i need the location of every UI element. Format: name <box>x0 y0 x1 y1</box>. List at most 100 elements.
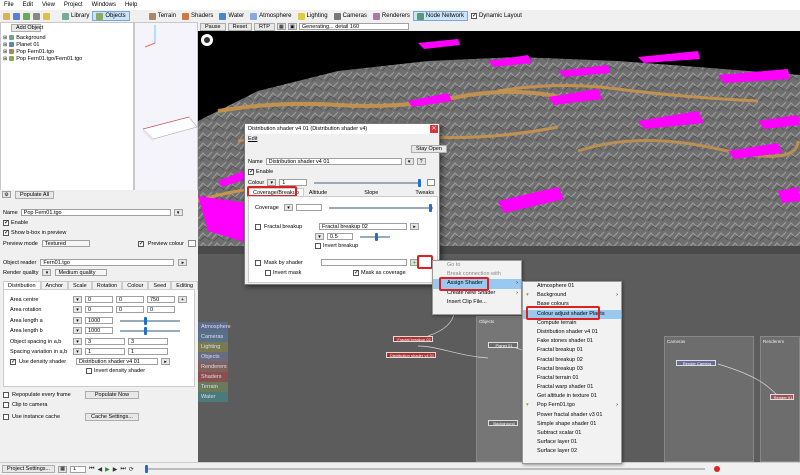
menu-view[interactable]: View <box>42 2 55 8</box>
coverage-slider[interactable] <box>329 203 433 212</box>
area-length-b-icon[interactable]: ▾ <box>73 327 82 334</box>
prev-frame-icon[interactable]: ◀ <box>98 466 103 473</box>
preview-colour-checkbox[interactable]: ✓ <box>137 240 144 247</box>
area-centre-y[interactable]: 0 <box>116 296 144 303</box>
node-fractal-breakup[interactable]: Fractal breakup 02 <box>393 336 433 342</box>
area-length-b-field[interactable]: 1000 <box>85 327 113 334</box>
area-centre-z[interactable]: 750 <box>147 296 175 303</box>
expand-icon[interactable]: ⊞ <box>3 35 7 41</box>
area-rotation-y[interactable]: 0 <box>116 306 144 313</box>
reset-button[interactable]: Reset <box>227 22 252 31</box>
populate-all-button[interactable]: Populate All <box>15 190 55 199</box>
area-centre-pick-icon[interactable]: + <box>178 296 187 303</box>
menu-edit[interactable]: Edit <box>23 2 33 8</box>
use-density-checkbox[interactable]: ✓ <box>10 358 16 365</box>
next-frame-icon[interactable]: ▶ <box>113 466 118 473</box>
tab-node-network[interactable]: Node Network <box>412 11 468 21</box>
add-object-button[interactable]: Add Object <box>11 24 43 32</box>
show-bbox-row[interactable]: ✓ Show b-box in preview <box>3 230 66 236</box>
tab-lighting[interactable]: Lighting <box>295 11 331 21</box>
render-quality-icon[interactable]: ▾ <box>42 269 52 276</box>
area-rotation-z[interactable]: 0 <box>147 306 175 313</box>
density-shader-icon[interactable]: ▸ <box>161 358 170 365</box>
rtp-button[interactable]: RTP <box>253 22 275 31</box>
area-centre-x[interactable]: 0 <box>85 296 113 303</box>
dialog-edit-menu[interactable]: Edit <box>248 136 257 142</box>
mask-as-coverage-row[interactable]: ✓ Mask as coverage <box>353 270 406 276</box>
dialog-enable-checkbox[interactable]: ✓ <box>248 169 254 175</box>
tab-atmosphere[interactable]: Atmosphere <box>247 11 294 21</box>
submenu-item[interactable]: Fake stones shader 01 <box>523 337 621 346</box>
menu-file[interactable]: File <box>4 2 14 8</box>
cache-settings-button[interactable]: Cache Settings... <box>85 413 139 421</box>
project-settings-button[interactable]: Project Settings... <box>2 465 56 473</box>
tab-shaders[interactable]: Shaders <box>179 11 216 21</box>
tab-terrain[interactable]: Terrain <box>146 11 179 21</box>
invert-breakup-row[interactable]: Invert breakup <box>315 243 358 249</box>
repopulate-checkbox[interactable] <box>3 392 9 398</box>
tree-options-icon[interactable]: ⚙ <box>2 191 11 198</box>
tab-water[interactable]: Water <box>216 11 247 21</box>
dialog-colour-icon[interactable]: ▾ <box>267 179 277 186</box>
clip-camera-checkbox[interactable] <box>3 402 9 408</box>
preview-colour-swatch[interactable] <box>187 240 196 247</box>
invert-density-checkbox[interactable] <box>86 368 92 374</box>
node-distribution-shader[interactable]: Distribution shader v4 01 <box>386 352 436 358</box>
submenu-item[interactable]: Power fractal shader v3 01 <box>523 411 621 420</box>
expand-icon[interactable]: ⊞ <box>3 49 7 55</box>
area-centre-icon[interactable]: ▾ <box>73 296 82 303</box>
frame-field[interactable]: 1 <box>70 465 87 473</box>
invert-density-row[interactable]: Invert density shader <box>86 368 145 374</box>
coverage-field[interactable] <box>296 204 322 211</box>
name-options-icon[interactable]: ▾ <box>173 209 183 216</box>
object-spacing-icon[interactable]: ▾ <box>73 338 82 345</box>
density-shader-field[interactable]: Distribution shader v4 01 <box>76 358 158 365</box>
tab-cameras[interactable]: Cameras <box>331 11 370 21</box>
light-icon[interactable] <box>43 12 50 20</box>
mask-shader-field[interactable] <box>321 259 407 266</box>
submenu-item[interactable]: Subtract scalar 01 <box>523 429 621 438</box>
fractal-breakup-field[interactable]: Fractal breakup 02 <box>319 223 407 230</box>
spacing-variation-b[interactable]: 1 <box>128 348 168 355</box>
area-length-a-field[interactable]: 1000 <box>85 317 113 324</box>
menu-windows[interactable]: Windows <box>92 2 116 8</box>
tab-objects[interactable]: Objects <box>92 11 130 21</box>
timeline-icon[interactable]: ▦ <box>58 465 68 473</box>
dynamic-layout-checkbox[interactable]: ✓ <box>470 13 477 19</box>
node-background[interactable]: Background <box>488 420 518 426</box>
view-options-icon[interactable]: ▦ <box>276 23 286 30</box>
loop-icon[interactable]: ⟳ <box>129 466 134 473</box>
dialog-name-icon[interactable]: ▾ <box>404 158 414 165</box>
tab-renderers[interactable]: Renderers <box>370 11 413 21</box>
tab-library[interactable]: Library <box>59 11 92 21</box>
submenu-item[interactable]: Distribution shader v4 01 <box>523 328 621 337</box>
fractal-breakup-icon[interactable]: ▸ <box>410 223 419 230</box>
play-icon[interactable]: ▶ <box>105 466 110 473</box>
invert-breakup-checkbox[interactable] <box>315 243 321 249</box>
dynamic-layout-toggle[interactable]: ✓ Dynamic Layout <box>468 11 525 21</box>
area-rotation-x[interactable]: 0 <box>85 306 113 313</box>
populate-now-button[interactable]: Populate Now <box>85 391 139 399</box>
spacing-variation-a[interactable]: 1 <box>85 348 125 355</box>
invert-mask-checkbox[interactable] <box>265 270 271 276</box>
expand-icon[interactable]: ⊞ <box>3 56 7 62</box>
pause-button[interactable]: Pause <box>200 22 226 31</box>
submenu-item[interactable]: Fractal breakup 01 <box>523 346 621 355</box>
node-planet[interactable]: Planet 01 <box>488 342 518 348</box>
submenu-item[interactable]: Simple shape shader 01 <box>523 420 621 429</box>
dialog-name-field[interactable]: Distribution shader v4 01 <box>265 158 402 165</box>
mask-as-coverage-checkbox[interactable]: ✓ <box>353 270 359 276</box>
object-spacing-a[interactable]: 3 <box>85 338 125 345</box>
render-icon[interactable] <box>23 12 30 20</box>
dialog-colour-slider[interactable] <box>314 178 422 187</box>
invert-mask-row[interactable]: Invert mask <box>265 270 301 276</box>
camera-icon[interactable] <box>33 12 40 20</box>
spacing-variation-icon[interactable]: ▾ <box>73 348 82 355</box>
enable-checkbox[interactable]: ✓ <box>3 220 9 226</box>
submenu-item[interactable]: ▾ Background › <box>523 291 621 300</box>
menu-help[interactable]: Help <box>125 2 137 8</box>
node-render-camera[interactable]: Render Camera <box>676 360 716 366</box>
preview-mode-select[interactable]: Textured <box>41 240 90 247</box>
area-length-b-slider[interactable] <box>120 326 180 335</box>
instance-cache-checkbox[interactable] <box>3 414 9 420</box>
